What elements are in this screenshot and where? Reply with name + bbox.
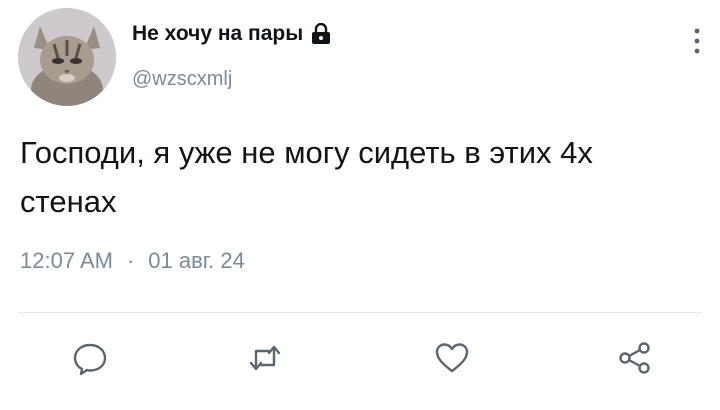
- cat-avatar-image: [18, 8, 116, 106]
- reply-button[interactable]: [70, 338, 110, 378]
- action-bar: [0, 330, 720, 386]
- display-name[interactable]: Не хочу на пары: [132, 22, 303, 46]
- comment-icon: [73, 343, 107, 376]
- like-button[interactable]: [432, 338, 472, 378]
- tweet-text: Господи, я уже не могу сидеть в этих 4х …: [20, 135, 593, 219]
- retweet-button[interactable]: [245, 338, 285, 378]
- meta-separator: ·: [126, 248, 135, 273]
- tweet-date[interactable]: 01 авг. 24: [148, 248, 245, 274]
- more-options-icon[interactable]: [692, 26, 702, 56]
- share-icon: [619, 342, 650, 374]
- name-row: Не хочу на пары: [132, 22, 331, 46]
- share-button[interactable]: [615, 338, 655, 378]
- tweet-header: Не хочу на пары @wzscxmlj: [18, 8, 702, 108]
- lock-icon: [311, 22, 331, 45]
- tweet-time[interactable]: 12:07 AM: [20, 248, 113, 274]
- user-handle[interactable]: @wzscxmlj: [132, 68, 232, 91]
- divider: [18, 312, 702, 313]
- avatar[interactable]: [18, 8, 116, 106]
- retweet-icon: [249, 345, 281, 371]
- heart-icon: [435, 343, 469, 373]
- tweet-meta: 12:07 AM · 01 авг. 24: [20, 248, 245, 274]
